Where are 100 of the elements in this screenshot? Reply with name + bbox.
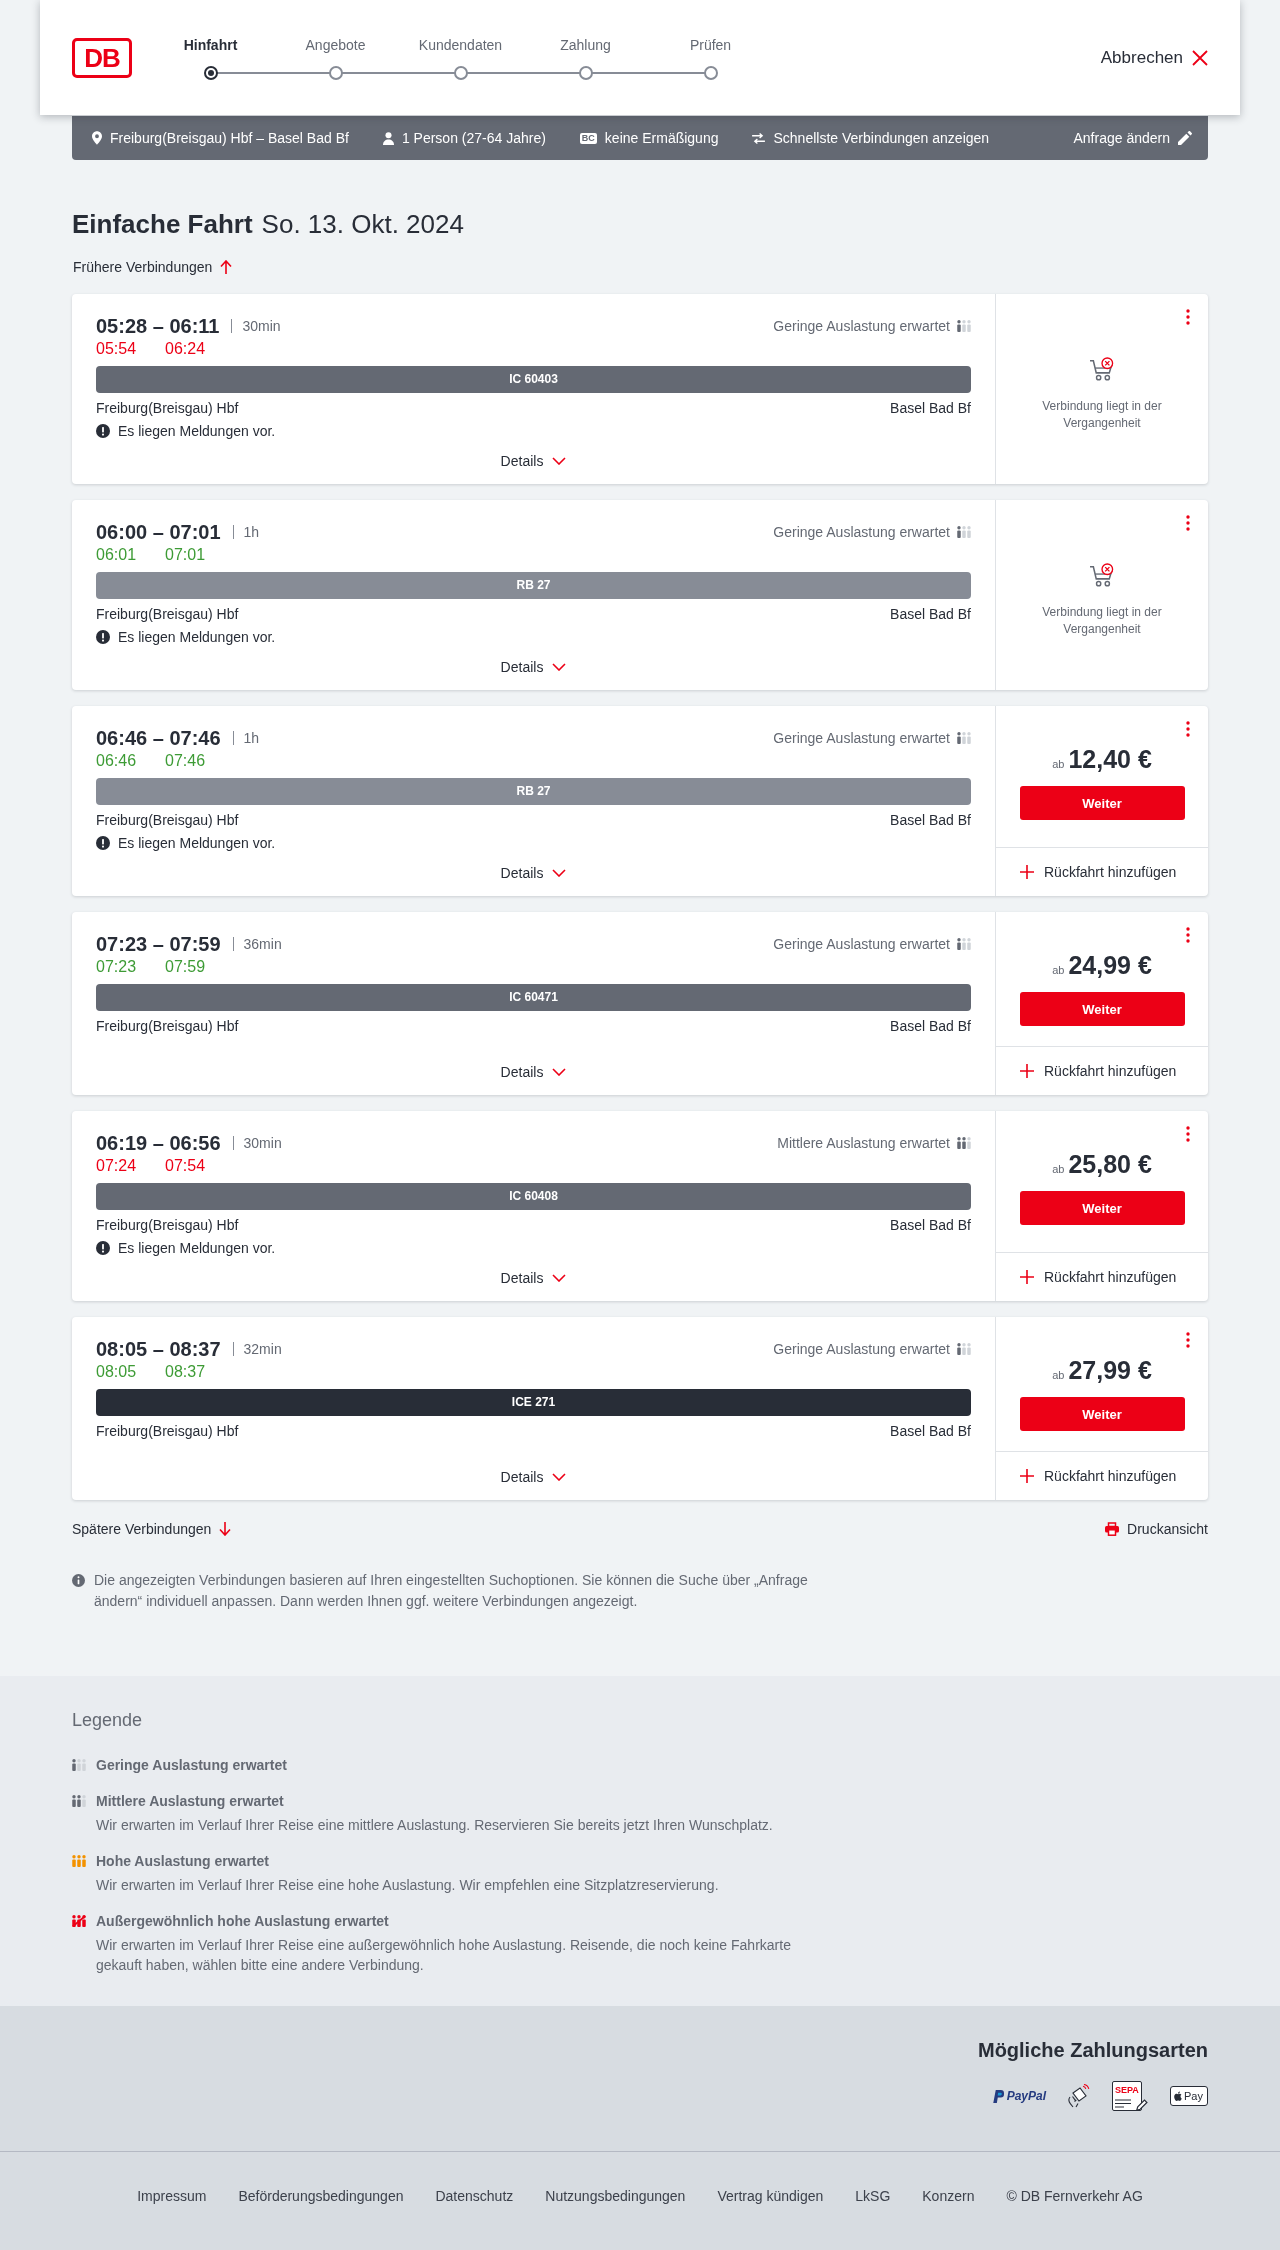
destination-station: Basel Bad Bf — [890, 1422, 971, 1441]
card-waves-icon — [1068, 2084, 1091, 2108]
destination-station: Basel Bad Bf — [890, 1216, 971, 1235]
details-button[interactable]: Details — [500, 1062, 567, 1082]
realtime-arrival: 07:54 — [165, 1156, 206, 1176]
details-button[interactable]: Details — [500, 657, 567, 677]
more-options-icon[interactable] — [1186, 309, 1190, 325]
continue-button[interactable]: Weiter — [1019, 992, 1185, 1026]
price-amount: 25,80 € — [1068, 1149, 1152, 1179]
price-prefix: ab — [1052, 1162, 1065, 1177]
continue-button[interactable]: Weiter — [1019, 1397, 1185, 1431]
continue-button[interactable]: Weiter — [1019, 786, 1185, 820]
notice-text: Es liegen Meldungen vor. — [118, 628, 276, 647]
price-prefix: ab — [1052, 1368, 1065, 1383]
price-prefix: ab — [1052, 757, 1065, 772]
duration-text: 30min — [243, 1135, 282, 1151]
origin-station: Freiburg(Breisgau) Hbf — [96, 811, 239, 830]
origin-station: Freiburg(Breisgau) Hbf — [96, 1422, 239, 1441]
add-return-trip-button[interactable]: Rückfahrt hinzufügen — [1020, 1267, 1177, 1287]
cancel-button[interactable]: Abbrechen — [1100, 46, 1208, 69]
exclamation-circle-icon — [96, 424, 110, 438]
plus-icon — [1020, 865, 1034, 879]
legend-item-title: Geringe Auslastung erwartet — [96, 1756, 287, 1775]
origin-station: Freiburg(Breisgau) Hbf — [96, 1216, 239, 1235]
cart-cross-icon — [1088, 357, 1116, 382]
add-return-trip-button[interactable]: Rückfahrt hinzufügen — [1020, 1466, 1177, 1486]
destination-station: Basel Bad Bf — [890, 399, 971, 418]
details-button[interactable]: Details — [500, 451, 567, 471]
plus-icon — [1020, 1270, 1034, 1284]
occupancy-icon — [957, 526, 971, 538]
realtime-arrival: 07:59 — [165, 957, 206, 977]
duration-text: 1h — [243, 730, 260, 746]
more-options-icon[interactable] — [1186, 1332, 1190, 1348]
footer-link[interactable]: Nutzungsbedingungen — [545, 2186, 686, 2206]
footer-link[interactable]: LkSG — [855, 2186, 891, 2206]
destination-station: Basel Bad Bf — [890, 1017, 971, 1036]
train-line-bar: RB 27 — [96, 572, 971, 599]
more-options-icon[interactable] — [1186, 515, 1190, 531]
step-label: Zahlung — [560, 35, 611, 54]
search-options-note: Die angezeigten Verbindungen basieren auf Ihren eingestellten Suchoptionen. Sie können die Suche über „Anfrage ändern“ individuell anpassen. Dann werden Ihnen ggf. weitere Verbindungen angezeigt. — [94, 1571, 809, 1611]
add-return-trip-button[interactable]: Rückfahrt hinzufügen — [1020, 1061, 1177, 1081]
details-button[interactable]: Details — [500, 1467, 567, 1487]
footer-link[interactable]: Konzern — [922, 2186, 975, 2206]
price-amount: 12,40 € — [1068, 744, 1152, 774]
occupancy-text: Geringe Auslastung erwartet — [773, 730, 950, 746]
exclamation-circle-icon — [96, 836, 110, 850]
occupancy-text: Geringe Auslastung erwartet — [773, 524, 950, 540]
discount-text: keine Ermäßigung — [604, 130, 719, 146]
footer-link[interactable]: Impressum — [137, 2186, 207, 2206]
more-options-icon[interactable] — [1186, 1126, 1190, 1142]
duration-text: 32min — [243, 1341, 282, 1357]
copyright-text: © DB Fernverkehr AG — [1006, 2187, 1143, 2206]
past-connection-note: Verbindung liegt in der Vergangenheit — [1041, 398, 1163, 432]
db-logo[interactable]: DB — [72, 37, 132, 78]
print-view-link[interactable]: Druckansicht — [1105, 1519, 1208, 1539]
details-button[interactable]: Details — [500, 1268, 567, 1288]
add-return-trip-button[interactable]: Rückfahrt hinzufügen — [1020, 862, 1177, 882]
swap-arrows-icon — [752, 132, 766, 144]
continue-button[interactable]: Weiter — [1019, 1191, 1185, 1225]
chevron-down-icon — [552, 869, 567, 877]
price-amount: 27,99 € — [1068, 1355, 1152, 1385]
occupancy-icon — [957, 1343, 971, 1355]
train-line-bar: IC 60403 — [96, 366, 971, 393]
legend-item-title: Mittlere Auslastung erwartet — [96, 1792, 285, 1811]
cart-cross-icon — [1088, 563, 1116, 588]
edit-request-button[interactable]: Anfrage ändern — [1073, 130, 1192, 146]
connection-time: 07:23 – 07:59 — [96, 932, 221, 956]
pencil-icon — [1178, 131, 1192, 145]
occupancy-icon — [72, 1915, 86, 1927]
printer-icon — [1105, 1522, 1120, 1536]
step-label: Hinfahrt — [183, 35, 238, 54]
payment-methods-title: Mögliche Zahlungsarten — [977, 2038, 1208, 2063]
realtime-departure: 05:54 — [96, 339, 137, 359]
apple-icon — [1174, 2091, 1183, 2101]
price-prefix: ab — [1052, 963, 1065, 978]
realtime-arrival: 08:37 — [165, 1362, 206, 1382]
occupancy-icon — [72, 1795, 86, 1807]
step-label: Prüfen — [689, 35, 732, 54]
more-options-icon[interactable] — [1186, 927, 1190, 943]
connection-time: 05:28 – 06:11 — [96, 314, 220, 338]
route-text: Freiburg(Breisgau) Hbf – Basel Bad Bf — [110, 130, 349, 146]
origin-station: Freiburg(Breisgau) Hbf — [96, 399, 239, 418]
more-options-icon[interactable] — [1186, 721, 1190, 737]
earlier-connections-link[interactable]: Frühere Verbindungen — [73, 257, 233, 277]
price-amount: 24,99 € — [1068, 950, 1152, 980]
details-button[interactable]: Details — [500, 863, 567, 883]
travellers-text: 1 Person (27-64 Jahre) — [401, 130, 546, 146]
sort-option-text: Schnellste Verbindungen anzeigen — [773, 130, 990, 146]
later-connections-link[interactable]: Spätere Verbindungen — [72, 1519, 232, 1539]
chevron-down-icon — [552, 1068, 567, 1076]
connection-time: 06:00 – 07:01 — [96, 520, 221, 544]
occupancy-text: Mittlere Auslastung erwartet — [777, 1135, 950, 1151]
footer-link[interactable]: Vertrag kündigen — [717, 2186, 824, 2206]
realtime-departure: 06:01 — [96, 545, 137, 565]
occupancy-text: Geringe Auslastung erwartet — [773, 318, 950, 334]
duration-text: 1h — [243, 524, 260, 540]
footer-link[interactable]: Beförderungsbedingungen — [238, 2186, 404, 2206]
chevron-down-icon — [552, 1473, 567, 1481]
footer-link[interactable]: Datenschutz — [435, 2186, 514, 2206]
step-label: Kundendaten — [418, 35, 503, 54]
